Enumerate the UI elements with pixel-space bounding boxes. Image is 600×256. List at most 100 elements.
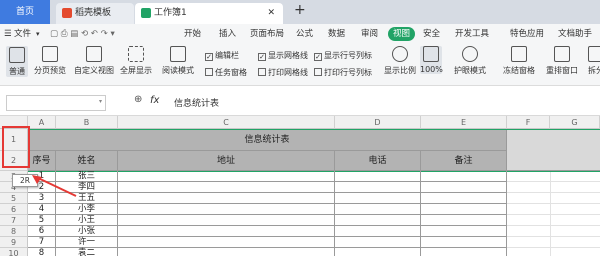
checkbox-show-gridlines[interactable]: ✓ 显示网格线 (258, 50, 308, 62)
column-header-d[interactable]: D (335, 116, 421, 129)
menu-developer[interactable]: 开发工具 (455, 24, 489, 44)
arrange-label: 重排窗口 (546, 66, 578, 75)
menu-file[interactable]: 文件 (14, 24, 31, 44)
menu-insert[interactable]: 插入 (219, 24, 236, 44)
table-cell[interactable] (335, 248, 421, 256)
checkbox-print-gridlines[interactable]: 打印网格线 (258, 67, 308, 79)
menu-start[interactable]: 开始 (184, 24, 201, 44)
table-cell[interactable]: 小李 (56, 204, 118, 215)
spreadsheet-grid[interactable]: A B C D E F G 1 2 3 4 5 6 7 8 9 10 信息统计表… (0, 116, 600, 256)
table-cell[interactable] (118, 226, 335, 237)
gridline (507, 203, 600, 204)
column-header-e[interactable]: E (421, 116, 507, 129)
row-header-8[interactable]: 8 (0, 226, 28, 237)
tab-workbook[interactable]: 工作簿1 ✕ (135, 3, 283, 24)
menu-data[interactable]: 数据 (328, 24, 345, 44)
custom-view-button[interactable]: 自定义视图 (73, 46, 115, 76)
formula-content[interactable]: 信息统计表 (174, 96, 219, 109)
normal-view-button[interactable]: 普通 (6, 46, 28, 77)
zoom-button[interactable]: 显示比例 (382, 46, 418, 76)
fullscreen-button[interactable]: 全屏显示 (119, 46, 153, 76)
table-cell[interactable] (118, 182, 335, 193)
row-header-6[interactable]: 6 (0, 204, 28, 215)
menu-bar: ☰ 文件 ▾ ▢ ⎙ ▤ ⟲ ↶ ↷ ▾ 开始 插入 页面布局 公式 数据 审阅… (0, 24, 600, 44)
split-label: 拆分 (588, 66, 600, 75)
split-button[interactable]: 拆分 (586, 46, 600, 76)
table-cell[interactable]: 小张 (56, 226, 118, 237)
zoom-formula-icon[interactable]: ⊕ (134, 94, 142, 105)
checkbox-task-pane[interactable]: 任务窗格 (205, 67, 247, 79)
table-cell[interactable] (118, 237, 335, 248)
table-cell[interactable] (421, 215, 507, 226)
quick-access-icons[interactable]: ▢ ⎙ ▤ ⟲ ↶ ↷ ▾ (50, 24, 115, 44)
row-header-9[interactable]: 9 (0, 237, 28, 248)
new-tab-button[interactable]: + (294, 2, 306, 18)
table-cell[interactable] (421, 193, 507, 204)
tab-home[interactable]: 首页 (0, 0, 50, 24)
table-cell[interactable]: 袁二 (56, 248, 118, 256)
checkbox-icon: ✓ (314, 53, 322, 61)
menu-security[interactable]: 安全 (423, 24, 440, 44)
eye-care-button[interactable]: 护眼模式 (452, 46, 488, 76)
table-cell[interactable] (118, 215, 335, 226)
table-cell[interactable] (335, 226, 421, 237)
table-cell[interactable]: 6 (28, 226, 56, 237)
fx-icon[interactable]: fx (150, 95, 159, 106)
checkbox-formula-bar[interactable]: ✓ 编辑栏 (205, 50, 239, 62)
table-cell[interactable] (421, 237, 507, 248)
name-box[interactable]: ▾ (6, 95, 106, 111)
zoom-100-button[interactable]: 100% (420, 46, 443, 74)
header-cell-remark[interactable]: 备注 (421, 151, 507, 171)
table-cell[interactable] (421, 248, 507, 256)
table-cell[interactable]: 7 (28, 237, 56, 248)
table-cell[interactable] (421, 182, 507, 193)
table-cell[interactable]: 8 (28, 248, 56, 256)
header-cell-seq[interactable]: 序号 (28, 151, 56, 171)
table-cell[interactable] (335, 237, 421, 248)
menu-special[interactable]: 特色应用 (510, 24, 544, 44)
table-cell[interactable]: 4 (28, 204, 56, 215)
table-cell[interactable]: 5 (28, 215, 56, 226)
hamburger-icon[interactable]: ☰ (4, 24, 12, 44)
table-cell[interactable] (118, 193, 335, 204)
table-cell[interactable]: 许一 (56, 237, 118, 248)
close-tab-icon[interactable]: ✕ (267, 3, 275, 24)
table-cell[interactable]: 小王 (56, 215, 118, 226)
tab-templates[interactable]: 稻壳模板 (56, 3, 134, 24)
menu-review[interactable]: 审阅 (361, 24, 378, 44)
column-header-b[interactable]: B (56, 116, 118, 129)
table-cell[interactable] (421, 226, 507, 237)
table-cell[interactable] (335, 215, 421, 226)
row-header-10[interactable]: 10 (0, 248, 28, 256)
arrange-window-button[interactable]: 重排窗口 (542, 46, 582, 76)
menu-formula[interactable]: 公式 (296, 24, 313, 44)
table-cell[interactable] (335, 204, 421, 215)
header-cell-phone[interactable]: 电话 (335, 151, 421, 171)
menu-page-layout[interactable]: 页面布局 (250, 24, 284, 44)
table-cell[interactable] (118, 204, 335, 215)
table-cell[interactable] (335, 182, 421, 193)
header-cell-name[interactable]: 姓名 (56, 151, 118, 171)
table-cell[interactable] (335, 171, 421, 182)
table-cell[interactable] (118, 171, 335, 182)
column-header-f[interactable]: F (507, 116, 550, 129)
checkbox-print-headers[interactable]: 打印行号列标 (314, 67, 372, 79)
row-header-5[interactable]: 5 (0, 193, 28, 204)
column-header-c[interactable]: C (118, 116, 335, 129)
table-cell[interactable] (421, 171, 507, 182)
table-cell[interactable] (421, 204, 507, 215)
column-header-g[interactable]: G (550, 116, 600, 129)
freeze-panes-button[interactable]: 冻结窗格 (500, 46, 538, 76)
table-cell[interactable] (118, 248, 335, 256)
ribbon: 普通 分页预览 自定义视图 全屏显示 阅读模式 ✓ 编辑栏 ✓ 显示网格线 ✓ 显示行… (0, 44, 600, 86)
table-title-cell[interactable]: 信息统计表 (28, 129, 507, 151)
reading-mode-button[interactable]: 阅读模式 (157, 46, 199, 76)
page-break-button[interactable]: 分页预览 (33, 46, 67, 76)
row-header-7[interactable]: 7 (0, 215, 28, 226)
table-cell[interactable] (335, 193, 421, 204)
header-cell-address[interactable]: 地址 (118, 151, 335, 171)
menu-doc-assistant[interactable]: 文档助手 (558, 24, 600, 44)
menu-view[interactable]: 视图 (388, 27, 416, 41)
checkbox-show-headers[interactable]: ✓ 显示行号列标 (314, 50, 372, 62)
column-header-a[interactable]: A (28, 116, 56, 129)
